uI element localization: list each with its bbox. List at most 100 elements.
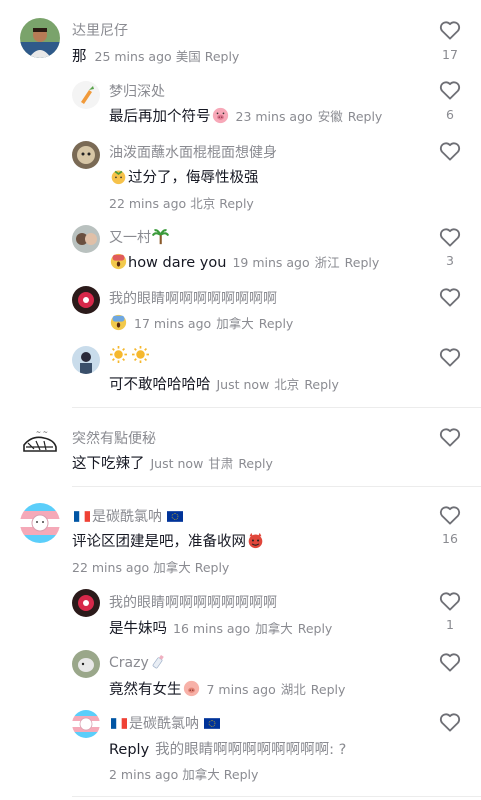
comment-author[interactable]: 是碳酰氯呐 [72, 506, 185, 526]
france-flag-icon [74, 511, 90, 522]
comment-location: 加拿大 [182, 767, 220, 782]
palm-tree-icon [152, 229, 169, 245]
avatar[interactable] [72, 141, 100, 169]
comment-time: 22 mins ago [72, 560, 150, 575]
comment-time: 16 mins ago [173, 621, 251, 636]
comment-time: 25 mins ago [94, 49, 172, 64]
heart-icon[interactable] [439, 20, 461, 40]
like-count: 3 [446, 253, 454, 268]
heart-icon[interactable] [439, 591, 461, 611]
comment-author[interactable]: 达里尼仔 [72, 20, 128, 40]
comment-body: 这下吃辣了 Just now 甘肃 Reply [72, 452, 273, 473]
comment-text: how dare you [128, 255, 227, 271]
comment-time: 7 mins ago [206, 682, 276, 697]
comment-author-name[interactable]: 又一村 [109, 230, 151, 246]
heart-icon[interactable] [439, 652, 461, 672]
reply-button[interactable]: Reply [219, 196, 254, 211]
comment-time: 17 mins ago [134, 316, 212, 331]
comment-location: 湖北 [280, 682, 306, 697]
comment-location: 加拿大 [255, 621, 293, 636]
reply-button[interactable]: Reply [195, 560, 230, 575]
comment-body: how dare you 19 mins ago 浙江 Reply [109, 252, 379, 271]
like-count: 17 [442, 47, 458, 62]
like-count: 1 [446, 617, 454, 632]
comment-time: Just now [150, 456, 204, 471]
comment-text: 竟然有女生 [109, 682, 182, 698]
comment-location: 加拿大 [153, 560, 191, 575]
reply-button[interactable]: Reply [259, 316, 294, 331]
avatar[interactable] [72, 225, 100, 253]
avatar[interactable] [72, 346, 100, 374]
comment-author[interactable]: Crazy [109, 653, 168, 671]
reply-button[interactable]: Reply [205, 49, 240, 64]
comment-body: 竟然有女生 7 mins ago 湖北 Reply [109, 678, 345, 699]
comment-meta: 22 mins ago 加拿大 Reply [72, 557, 229, 576]
comment-meta: 22 mins ago 北京 Reply [109, 193, 254, 212]
comment-author[interactable]: 突然有點便秘 [72, 428, 156, 448]
avatar[interactable] [20, 18, 60, 58]
comment-author[interactable]: 是碳酰氯呐 [109, 713, 222, 733]
comment-location: 浙江 [314, 255, 340, 270]
screaming-face-emoji-icon [110, 314, 127, 331]
comment-text: 过分了，侮辱性极强 [128, 170, 259, 186]
comment-text: 可不敢哈哈哈哈 [109, 377, 211, 393]
heart-icon[interactable] [439, 347, 461, 367]
france-flag-icon [111, 718, 127, 729]
comment-author[interactable]: 油泼面蘸水面棍棍面想健身 [109, 142, 277, 162]
heart-icon[interactable] [439, 287, 461, 307]
comment-location: 加拿大 [216, 316, 254, 331]
avatar[interactable] [72, 589, 100, 617]
comment-location: 北京 [274, 377, 300, 392]
reply-button[interactable]: Reply [345, 255, 380, 270]
comment-time: 2 mins ago [109, 767, 179, 782]
comment-meta: 2 mins ago 加拿大 Reply [109, 764, 258, 783]
comment-text: 最后再加个符号 [109, 109, 211, 125]
comment-author-name[interactable]: 是碳酰氯呐 [92, 509, 162, 525]
comment-text: 是牛妹吗 [109, 621, 167, 637]
comment-time: 22 mins ago [109, 196, 187, 211]
comment-author[interactable]: 梦归深处 [109, 81, 165, 101]
comment-author-name[interactable]: Crazy [109, 655, 149, 671]
heart-icon[interactable] [439, 505, 461, 525]
comment-author[interactable]: 我的眼睛啊啊啊啊啊啊啊啊 [109, 592, 277, 612]
avatar[interactable] [72, 286, 100, 314]
comment-author[interactable]: 我的眼睛啊啊啊啊啊啊啊啊 [109, 288, 277, 308]
comment-text: 那 [72, 49, 87, 65]
reply-button[interactable]: Reply [298, 621, 333, 636]
comment-body: Reply 我的眼睛啊啊啊啊啊啊啊啊: ? [109, 738, 346, 759]
comment-location: 安徽 [317, 109, 343, 124]
peach-face-emoji-icon [111, 170, 126, 185]
reply-button[interactable]: Reply [224, 767, 259, 782]
comment-body: 17 mins ago 加拿大 Reply [109, 313, 293, 332]
comment-location: 甘肃 [208, 456, 234, 471]
comment-time: 23 mins ago [235, 109, 313, 124]
heart-icon[interactable] [439, 80, 461, 100]
avatar[interactable] [72, 710, 100, 738]
heart-icon[interactable] [439, 712, 461, 732]
reply-button[interactable]: Reply [304, 377, 339, 392]
comment-author-name[interactable]: 是碳酰氯呐 [129, 716, 199, 732]
reply-prefix: Reply [109, 742, 150, 758]
heart-icon[interactable] [439, 141, 461, 161]
reply-button[interactable]: Reply [238, 456, 273, 471]
comment-time: Just now [216, 377, 270, 392]
avatar[interactable] [72, 81, 100, 109]
heart-icon[interactable] [439, 227, 461, 247]
comment-text: 我的眼睛啊啊啊啊啊啊啊啊: ? [155, 742, 347, 758]
thread-divider [72, 486, 481, 487]
comment-time: 19 mins ago [232, 255, 310, 270]
comment-author[interactable]: 又一村 [109, 227, 170, 247]
comment-text: 评论区团建是吧，准备收网 [72, 534, 246, 550]
avatar[interactable] [20, 503, 60, 543]
heart-icon[interactable] [439, 427, 461, 447]
comment-body: 最后再加个符号 23 mins ago 安徽 Reply [109, 105, 382, 126]
avatar[interactable] [72, 650, 100, 678]
comment-location: 美国 [175, 49, 201, 64]
comment-author[interactable] [109, 346, 150, 364]
reply-button[interactable]: Reply [348, 109, 383, 124]
thread-divider [72, 407, 481, 408]
devil-face-emoji-icon [248, 532, 263, 549]
reply-button[interactable]: Reply [311, 682, 346, 697]
baby-bottle-icon [152, 654, 164, 669]
avatar[interactable]: ~ ~ [20, 423, 60, 463]
